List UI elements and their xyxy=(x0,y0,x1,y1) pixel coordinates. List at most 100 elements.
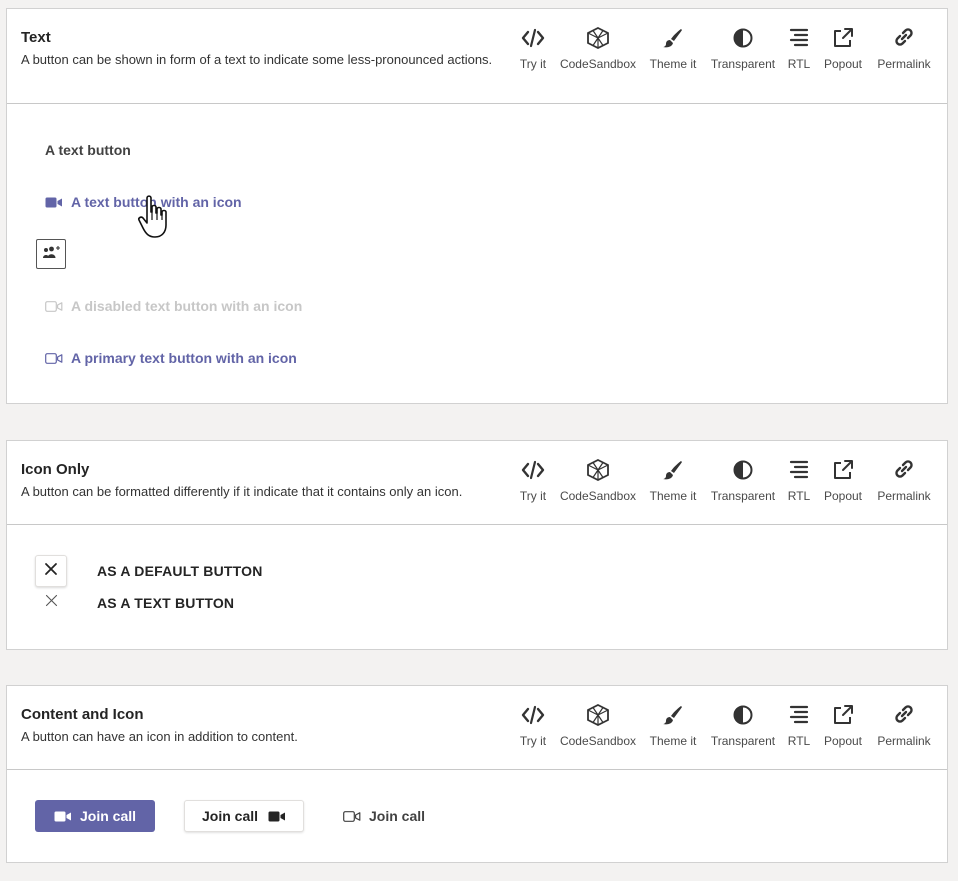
code-icon xyxy=(517,704,549,730)
try-it-label: Try it xyxy=(519,489,547,503)
content-and-icon-section: Content and Icon A button can have an ic… xyxy=(6,685,948,863)
try-it-button[interactable]: Try it xyxy=(517,459,549,503)
link-icon xyxy=(875,704,933,730)
close-text-button[interactable] xyxy=(35,593,67,613)
link-icon xyxy=(875,459,933,485)
join-call-label: Join call xyxy=(369,808,426,824)
codesandbox-button[interactable]: CodeSandbox xyxy=(559,704,637,748)
rtl-button[interactable]: RTL xyxy=(785,704,813,748)
try-it-label: Try it xyxy=(519,734,547,748)
brush-icon xyxy=(647,459,699,485)
brush-icon xyxy=(647,27,699,53)
contrast-icon xyxy=(709,704,777,730)
codesandbox-label: CodeSandbox xyxy=(559,734,637,748)
video-camera-icon xyxy=(45,352,63,364)
primary-text-button[interactable]: A primary text button with an icon xyxy=(45,350,297,366)
icon-only-section: Icon Only A button can be formatted diff… xyxy=(6,440,948,650)
popout-label: Popout xyxy=(823,489,863,503)
popout-label: Popout xyxy=(823,734,863,748)
popout-button[interactable]: Popout xyxy=(821,459,865,503)
try-it-button[interactable]: Try it xyxy=(517,704,549,748)
rtl-button[interactable]: RTL xyxy=(785,27,813,71)
popout-button[interactable]: Popout xyxy=(821,704,865,748)
popout-icon xyxy=(821,459,865,485)
team-add-icon xyxy=(42,245,60,264)
transparent-button[interactable]: Transparent xyxy=(709,459,777,503)
brush-icon xyxy=(647,704,699,730)
codesandbox-icon xyxy=(559,459,637,485)
video-camera-icon xyxy=(45,196,63,208)
contrast-icon xyxy=(709,459,777,485)
codesandbox-icon xyxy=(559,27,637,53)
rtl-icon xyxy=(785,27,813,53)
codesandbox-label: CodeSandbox xyxy=(559,57,637,71)
example-body: Join call Join call Join call xyxy=(7,770,947,862)
join-call-primary-button[interactable]: Join call xyxy=(35,800,155,832)
theme-it-button[interactable]: Theme it xyxy=(647,704,699,748)
text-button[interactable]: A text button xyxy=(45,142,131,158)
example-toolbar: Try it CodeSandbox Theme it Transparent … xyxy=(7,704,947,754)
video-camera-icon xyxy=(54,811,72,822)
video-camera-icon xyxy=(343,810,361,822)
example-toolbar: Try it CodeSandbox Theme it Transparent … xyxy=(7,27,947,77)
team-add-button[interactable] xyxy=(36,239,66,269)
permalink-button[interactable]: Permalink xyxy=(875,27,933,71)
transparent-label: Transparent xyxy=(710,57,776,71)
codesandbox-icon xyxy=(559,704,637,730)
permalink-label: Permalink xyxy=(877,57,931,71)
disabled-text-button[interactable]: A disabled text button with an icon xyxy=(45,298,302,314)
transparent-button[interactable]: Transparent xyxy=(709,704,777,748)
close-default-button[interactable] xyxy=(35,555,67,587)
theme-it-label: Theme it xyxy=(649,734,697,748)
transparent-label: Transparent xyxy=(710,489,776,503)
rtl-label: RTL xyxy=(787,734,811,748)
theme-it-button[interactable]: Theme it xyxy=(647,27,699,71)
section-header: Content and Icon A button can have an ic… xyxy=(7,686,947,770)
hand-cursor-icon xyxy=(137,194,173,245)
join-call-label: Join call xyxy=(201,808,259,824)
rtl-icon xyxy=(785,704,813,730)
transparent-label: Transparent xyxy=(710,734,776,748)
join-call-label: Join call xyxy=(79,808,137,824)
rtl-icon xyxy=(785,459,813,485)
codesandbox-label: CodeSandbox xyxy=(559,489,637,503)
permalink-label: Permalink xyxy=(877,734,931,748)
popout-icon xyxy=(821,704,865,730)
permalink-button[interactable]: Permalink xyxy=(875,704,933,748)
text-section: Text A button can be shown in form of a … xyxy=(6,8,948,404)
theme-it-button[interactable]: Theme it xyxy=(647,459,699,503)
code-icon xyxy=(517,27,549,53)
join-call-text-button[interactable]: Join call xyxy=(343,800,425,832)
permalink-label: Permalink xyxy=(877,489,931,503)
example-toolbar: Try it CodeSandbox Theme it Transparent … xyxy=(7,459,947,509)
permalink-button[interactable]: Permalink xyxy=(875,459,933,503)
close-icon xyxy=(45,594,58,612)
rtl-button[interactable]: RTL xyxy=(785,459,813,503)
rtl-label: RTL xyxy=(787,57,811,71)
contrast-icon xyxy=(709,27,777,53)
codesandbox-button[interactable]: CodeSandbox xyxy=(559,27,637,71)
join-call-default-button[interactable]: Join call xyxy=(184,800,304,832)
video-camera-icon xyxy=(268,811,286,822)
example-body: AS A DEFAULT BUTTON AS A TEXT BUTTON xyxy=(7,525,947,649)
video-camera-icon xyxy=(45,300,63,312)
rtl-label: RTL xyxy=(787,489,811,503)
close-icon xyxy=(44,562,58,581)
section-header: Icon Only A button can be formatted diff… xyxy=(7,441,947,525)
popout-label: Popout xyxy=(823,57,863,71)
section-header: Text A button can be shown in form of a … xyxy=(7,9,947,104)
disabled-text-button-label: A disabled text button with an icon xyxy=(71,298,303,314)
popout-icon xyxy=(821,27,865,53)
try-it-label: Try it xyxy=(519,57,547,71)
codesandbox-button[interactable]: CodeSandbox xyxy=(559,459,637,503)
code-icon xyxy=(517,459,549,485)
theme-it-label: Theme it xyxy=(649,57,697,71)
text-button-label: AS A TEXT BUTTON xyxy=(97,595,235,611)
example-body: A text button A text button with an icon… xyxy=(7,104,947,404)
primary-text-button-label: A primary text button with an icon xyxy=(71,350,297,366)
default-button-label: AS A DEFAULT BUTTON xyxy=(97,563,263,579)
text-button-label: A text button xyxy=(45,142,131,158)
transparent-button[interactable]: Transparent xyxy=(709,27,777,71)
try-it-button[interactable]: Try it xyxy=(517,27,549,71)
popout-button[interactable]: Popout xyxy=(821,27,865,71)
